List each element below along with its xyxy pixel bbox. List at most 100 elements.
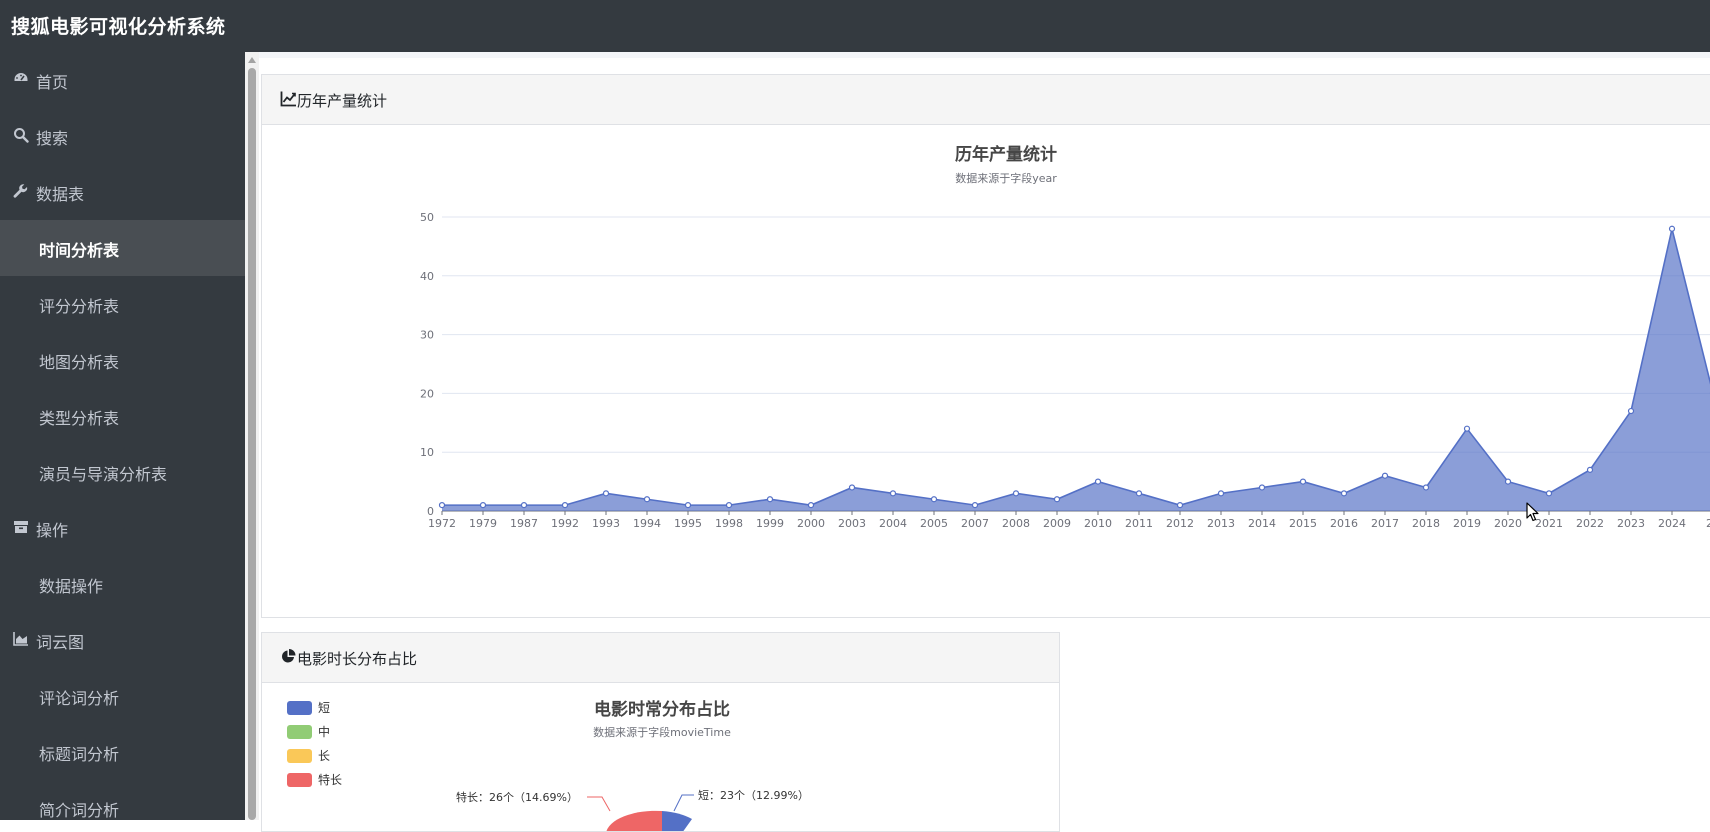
y-tick-label: 30 bbox=[420, 329, 434, 342]
main-content: 历年产量统计 历年产量统计 数据来源于字段year 0 10 20 30 40 50 1972 1… bbox=[259, 52, 1710, 832]
x-tick-label: 2004 bbox=[879, 517, 907, 530]
legend-swatch[interactable] bbox=[287, 749, 312, 763]
x-tick-label: 2011 bbox=[1125, 517, 1153, 530]
data-point[interactable] bbox=[971, 502, 979, 509]
scroll-thumb[interactable] bbox=[248, 68, 256, 820]
data-point[interactable] bbox=[1504, 478, 1512, 485]
legend-swatch[interactable] bbox=[287, 701, 312, 715]
x-tick-label: 1993 bbox=[592, 517, 620, 530]
legend-swatch[interactable] bbox=[287, 725, 312, 739]
pie-label-extra-long: 特长：26个（14.69%） bbox=[456, 790, 578, 804]
data-point[interactable] bbox=[1381, 472, 1389, 479]
yearly-production-card: 历年产量统计 历年产量统计 数据来源于字段year 0 10 20 30 40 50 1972 1… bbox=[261, 74, 1710, 618]
data-point[interactable] bbox=[643, 496, 651, 503]
y-tick-label: 40 bbox=[420, 270, 434, 283]
sidebar-item[interactable]: 评分分析表 bbox=[0, 276, 245, 332]
data-point[interactable] bbox=[1463, 425, 1471, 432]
sidebar-item[interactable]: 词云图 bbox=[0, 612, 245, 668]
data-point[interactable] bbox=[479, 502, 487, 509]
sidebar-item[interactable]: 操作 bbox=[0, 500, 245, 556]
x-tick-label: 2000 bbox=[797, 517, 825, 530]
legend-label[interactable]: 长 bbox=[318, 749, 330, 763]
sidebar-item-label: 地图分析表 bbox=[39, 353, 120, 372]
data-point[interactable] bbox=[725, 502, 733, 509]
sidebar-item-label: 词云图 bbox=[36, 633, 85, 652]
label-line bbox=[587, 796, 611, 812]
data-point[interactable] bbox=[1668, 225, 1676, 232]
scroll-up-arrow[interactable] bbox=[248, 57, 256, 63]
pie-slice-short[interactable] bbox=[662, 811, 692, 832]
data-point[interactable] bbox=[1627, 407, 1635, 415]
data-point[interactable] bbox=[1053, 496, 1061, 503]
legend-label[interactable]: 短 bbox=[318, 701, 330, 715]
legend-label[interactable]: 特长 bbox=[318, 772, 342, 787]
x-tick-label: 1987 bbox=[510, 517, 538, 530]
x-tick-label: 20 bbox=[1706, 517, 1710, 530]
data-point[interactable] bbox=[1258, 484, 1266, 491]
data-point[interactable] bbox=[1094, 478, 1102, 485]
data-point[interactable] bbox=[1012, 490, 1020, 497]
x-tick-label: 1972 bbox=[428, 517, 456, 530]
data-point[interactable] bbox=[807, 502, 815, 509]
sidebar-item[interactable]: 数据操作 bbox=[0, 556, 245, 612]
data-point[interactable] bbox=[1422, 484, 1430, 491]
sidebar-item[interactable]: 时间分析表 bbox=[0, 220, 245, 276]
sidebar-item-label: 时间分析表 bbox=[39, 241, 120, 260]
x-tick-label: 2019 bbox=[1453, 517, 1481, 530]
scrollbar[interactable] bbox=[245, 52, 259, 820]
y-tick-label: 50 bbox=[420, 211, 434, 224]
data-point[interactable] bbox=[766, 496, 774, 503]
legend-label[interactable]: 中 bbox=[318, 724, 330, 739]
sidebar-item-label: 评论词分析 bbox=[39, 689, 120, 708]
data-point[interactable] bbox=[561, 502, 569, 509]
x-tick-label: 2008 bbox=[1002, 517, 1030, 530]
legend-swatch[interactable] bbox=[287, 773, 312, 787]
x-tick-label: 1992 bbox=[551, 517, 579, 530]
app-title[interactable]: 搜狐电影可视化分析系统 bbox=[11, 12, 226, 39]
data-point[interactable] bbox=[848, 484, 856, 491]
data-point[interactable] bbox=[1217, 490, 1225, 497]
area-chart-icon bbox=[13, 632, 28, 646]
data-point[interactable] bbox=[1176, 502, 1184, 509]
x-tick-label: 1994 bbox=[633, 517, 661, 530]
x-tick-label: 2016 bbox=[1330, 517, 1358, 530]
data-point[interactable] bbox=[602, 490, 610, 497]
x-tick-label: 2024 bbox=[1658, 517, 1686, 530]
data-point[interactable] bbox=[1586, 466, 1594, 473]
data-point[interactable] bbox=[438, 502, 446, 509]
pie-slice-extra-long[interactable] bbox=[606, 810, 662, 832]
search-icon bbox=[14, 128, 29, 143]
data-point[interactable] bbox=[1545, 490, 1553, 497]
sidebar-item-label: 操作 bbox=[36, 521, 69, 540]
sidebar-item-label: 评分分析表 bbox=[39, 297, 120, 316]
data-point[interactable] bbox=[684, 502, 692, 509]
x-tick-label: 2020 bbox=[1494, 517, 1522, 530]
sidebar-item[interactable]: 首页 bbox=[0, 52, 245, 108]
chart-subtitle: 数据来源于字段year bbox=[955, 171, 1057, 185]
sidebar-item[interactable]: 搜索 bbox=[0, 108, 245, 164]
data-point[interactable] bbox=[1299, 478, 1307, 485]
x-tick-label: 2018 bbox=[1412, 517, 1440, 530]
sidebar-item[interactable]: 数据表 bbox=[0, 164, 245, 220]
data-point[interactable] bbox=[930, 496, 938, 503]
data-point[interactable] bbox=[889, 490, 897, 497]
x-tick-label: 2022 bbox=[1576, 517, 1604, 530]
sidebar-item-label: 演员与导演分析表 bbox=[39, 465, 168, 484]
data-point[interactable] bbox=[1340, 490, 1348, 497]
sidebar-item[interactable]: 简介词分析 bbox=[0, 780, 245, 820]
sidebar-item[interactable]: 类型分析表 bbox=[0, 388, 245, 444]
sidebar: 首页 搜索 数据表时间分析表评分分析表地图分析表类型分析表演员与导演分析表 操作数据操… bbox=[0, 52, 245, 820]
duration-ratio-card: 电影时长分布占比 短中长特长 电影时常分布占比 数据来源于字段movieTime 特长… bbox=[261, 632, 1060, 832]
duration-pie-chart[interactable]: 短中长特长 电影时常分布占比数据来源于字段movieTime 特长：26个（14.6… bbox=[262, 633, 1060, 832]
yearly-production-chart[interactable]: 历年产量统计数据来源于字段year010203040501972 1979 1987… bbox=[262, 75, 1710, 618]
data-point[interactable] bbox=[1135, 490, 1143, 497]
sidebar-item-label: 数据操作 bbox=[39, 577, 104, 596]
sidebar-item[interactable]: 标题词分析 bbox=[0, 724, 245, 780]
sidebar-item[interactable]: 评论词分析 bbox=[0, 668, 245, 724]
x-tick-label: 2013 bbox=[1207, 517, 1235, 530]
sidebar-item-label: 简介词分析 bbox=[39, 801, 120, 820]
sidebar-item[interactable]: 演员与导演分析表 bbox=[0, 444, 245, 500]
data-point[interactable] bbox=[520, 502, 528, 509]
x-tick-label: 2010 bbox=[1084, 517, 1112, 530]
sidebar-item[interactable]: 地图分析表 bbox=[0, 332, 245, 388]
